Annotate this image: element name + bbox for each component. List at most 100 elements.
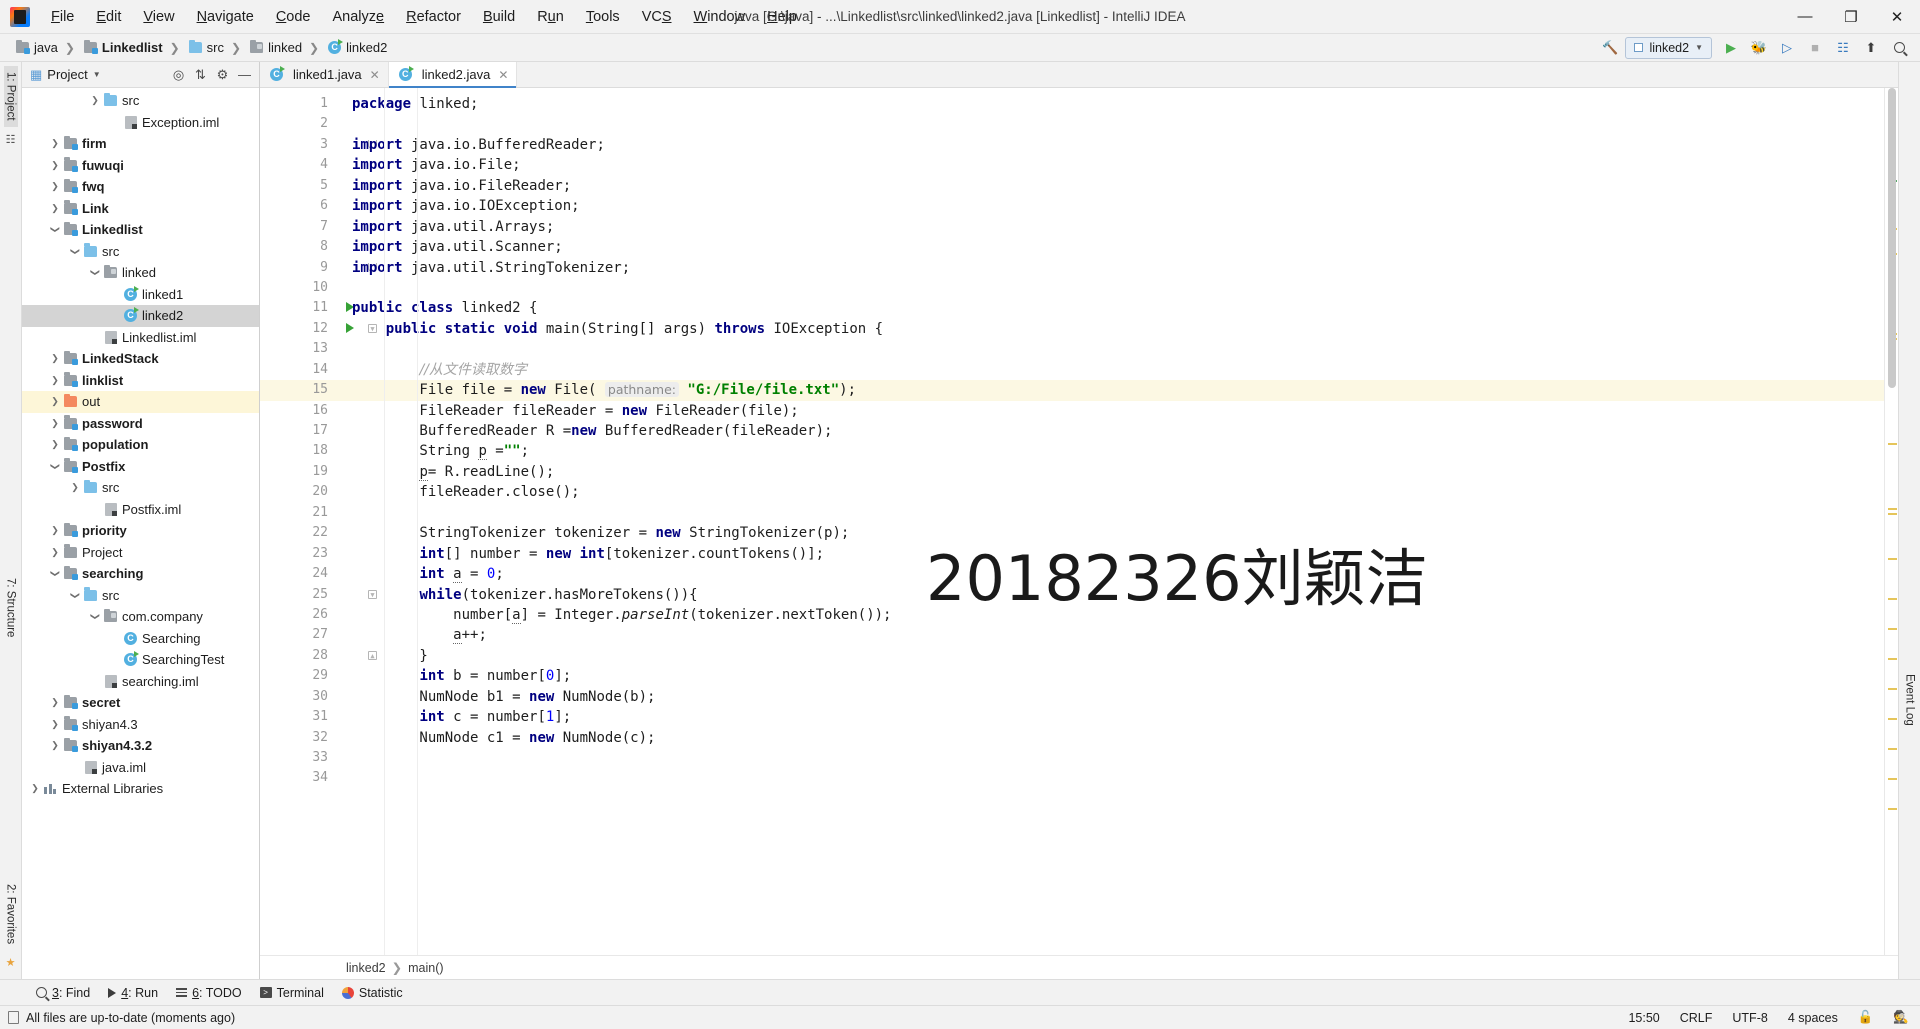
code-line-11[interactable]: public class linked2 { — [352, 298, 1884, 318]
tree-expand-arrow-icon[interactable]: ❯ — [48, 375, 62, 386]
tree-item-linked2[interactable]: Clinked2 — [22, 305, 259, 327]
code-line-19[interactable]: p= R.readLine(); — [352, 462, 1884, 482]
menu-build[interactable]: Build — [472, 5, 526, 29]
tree-item-linkedlist[interactable]: ❯ Linkedlist — [22, 219, 259, 241]
gutter-line-21[interactable]: 21 — [260, 503, 336, 523]
gutter-line-15[interactable]: 15 — [260, 380, 336, 401]
tree-item-searching[interactable]: C Searching — [22, 628, 259, 650]
tree-expand-arrow-icon[interactable]: ❯ — [48, 224, 62, 235]
tree-item-src[interactable]: ❯ src — [22, 90, 259, 112]
menu-refactor[interactable]: Refactor — [395, 5, 472, 29]
menu-analyze[interactable]: Analyze — [322, 5, 396, 29]
breadcrumb-item-src[interactable]: src — [183, 38, 228, 57]
project-tree[interactable]: ❯ src Exception.iml ❯ firm ❯ fuwuqi ❯ fwq ❯ Link ❯ L… — [22, 88, 259, 979]
tree-item-java-iml[interactable]: java.iml — [22, 757, 259, 779]
run-icon[interactable]: ▶ — [1718, 37, 1744, 59]
tree-expand-arrow-icon[interactable]: ❯ — [88, 95, 102, 106]
gutter-line-23[interactable]: 23 — [260, 544, 336, 564]
tree-item-link[interactable]: ❯ Link — [22, 198, 259, 220]
gutter-line-10[interactable]: 10 — [260, 278, 336, 298]
marker-tick[interactable] — [1888, 513, 1897, 515]
tree-expand-arrow-icon[interactable]: ❯ — [68, 482, 82, 493]
collapse-all-icon[interactable]: ⇅ — [190, 65, 211, 85]
hector-icon[interactable]: 🕵 — [1890, 1009, 1912, 1026]
status-indent[interactable]: 4 spaces — [1785, 1010, 1841, 1026]
unlocked-icon[interactable]: 🔓 — [1855, 1009, 1877, 1026]
tree-expand-arrow-icon[interactable]: ❯ — [48, 740, 62, 751]
tree-expand-arrow-icon[interactable]: ❯ — [48, 353, 62, 364]
marker-tick[interactable] — [1888, 628, 1897, 630]
menu-view[interactable]: View — [132, 5, 185, 29]
gutter-line-32[interactable]: 32 — [260, 728, 336, 748]
code-line-25[interactable]: while(tokenizer.hasMoreTokens()){ — [352, 585, 1884, 605]
code-line-29[interactable]: int b = number[0]; — [352, 666, 1884, 686]
tree-expand-arrow-icon[interactable]: ❯ — [48, 160, 62, 171]
tree-item-population[interactable]: ❯ population — [22, 434, 259, 456]
gutter-line-11[interactable]: 11 — [260, 298, 354, 318]
gutter-line-1[interactable]: 1 — [260, 94, 336, 114]
tree-item-fwq[interactable]: ❯ fwq — [22, 176, 259, 198]
tree-item-linked[interactable]: ❯ linked — [22, 262, 259, 284]
tree-item-fuwuqi[interactable]: ❯ fuwuqi — [22, 155, 259, 177]
menu-navigate[interactable]: Navigate — [186, 5, 265, 29]
code-line-31[interactable]: int c = number[1]; — [352, 707, 1884, 727]
tree-item-src[interactable]: ❯ src — [22, 241, 259, 263]
marker-tick[interactable] — [1888, 558, 1897, 560]
breadcrumb-item-linked2[interactable]: C linked2 — [322, 38, 391, 57]
tree-item-linked1[interactable]: Clinked1 — [22, 284, 259, 306]
run-coverage-icon[interactable]: ▷ — [1774, 37, 1800, 59]
tree-item-src[interactable]: ❯ src — [22, 477, 259, 499]
star-icon[interactable]: ★ — [6, 956, 16, 969]
menu-code[interactable]: Code — [265, 5, 322, 29]
updates-icon[interactable]: ⬆ — [1858, 37, 1884, 59]
gutter-line-29[interactable]: 29 — [260, 666, 336, 686]
tree-item-linkedlist-iml[interactable]: Linkedlist.iml — [22, 327, 259, 349]
breadcrumb-item-linked[interactable]: linked — [244, 38, 306, 57]
menu-file[interactable]: File — [40, 5, 85, 29]
menu-help[interactable]: Help — [756, 5, 808, 29]
gutter-line-14[interactable]: 14 — [260, 360, 336, 380]
gutter-line-19[interactable]: 19 — [260, 462, 336, 482]
menu-tools[interactable]: Tools — [575, 5, 631, 29]
breadcrumb-item-java[interactable]: java — [10, 38, 62, 57]
rail-tab-event-log[interactable]: Event Log — [1903, 668, 1917, 732]
tree-expand-arrow-icon[interactable]: ❯ — [68, 246, 82, 257]
tree-expand-arrow-icon[interactable]: ❯ — [48, 568, 62, 579]
target-icon[interactable]: ◎ — [168, 65, 189, 85]
code-line-28[interactable]: } — [352, 646, 1884, 666]
rail-tab-project[interactable]: 1: Project — [3, 66, 18, 127]
marker-tick[interactable] — [1888, 688, 1897, 690]
code-line-16[interactable]: FileReader fileReader = new FileReader(f… — [352, 401, 1884, 421]
gutter-line-2[interactable]: 2 — [260, 114, 336, 134]
tree-item-linklist[interactable]: ❯ linklist — [22, 370, 259, 392]
tree-item-priority[interactable]: ❯ priority — [22, 520, 259, 542]
tree-item-postfix[interactable]: ❯ Postfix — [22, 456, 259, 478]
rail-tab-favorites[interactable]: 2: Favorites — [4, 878, 18, 950]
hide-icon[interactable]: — — [234, 65, 255, 85]
menu-run[interactable]: Run — [526, 5, 575, 29]
editor-scrollbar-thumb[interactable] — [1888, 88, 1896, 388]
code-line-3[interactable]: import java.io.BufferedReader; — [352, 135, 1884, 155]
tree-expand-arrow-icon[interactable]: ❯ — [28, 783, 42, 794]
status-line-separator[interactable]: CRLF — [1677, 1010, 1716, 1026]
tree-expand-arrow-icon[interactable]: ❯ — [48, 461, 62, 472]
code-line-12[interactable]: public static void main(String[] args) t… — [352, 319, 1884, 339]
marker-tick[interactable] — [1888, 443, 1897, 445]
database-icon[interactable]: ☷ — [6, 133, 16, 146]
tree-item-linkedstack[interactable]: ❯ LinkedStack — [22, 348, 259, 370]
project-panel-title[interactable]: ▦ Project ▼ — [26, 65, 105, 85]
gutter-line-6[interactable]: 6 — [260, 196, 336, 216]
tree-expand-arrow-icon[interactable]: ❯ — [48, 138, 62, 149]
tree-expand-arrow-icon[interactable]: ❯ — [48, 181, 62, 192]
tree-item-searching-iml[interactable]: searching.iml — [22, 671, 259, 693]
close-icon[interactable]: ✕ — [370, 68, 380, 82]
code-line-33[interactable] — [352, 748, 1884, 768]
minimize-button[interactable]: — — [1782, 0, 1828, 34]
gutter-line-3[interactable]: 3 — [260, 135, 377, 155]
editor-tab-linked1-java[interactable]: Clinked1.java ✕ — [260, 62, 389, 87]
code-line-9[interactable]: import java.util.StringTokenizer; — [352, 258, 1884, 278]
close-button[interactable]: ✕ — [1874, 0, 1920, 34]
marker-tick[interactable] — [1888, 748, 1897, 750]
code-line-22[interactable]: StringTokenizer tokenizer = new StringTo… — [352, 523, 1884, 543]
gutter-line-22[interactable]: 22 — [260, 523, 336, 543]
